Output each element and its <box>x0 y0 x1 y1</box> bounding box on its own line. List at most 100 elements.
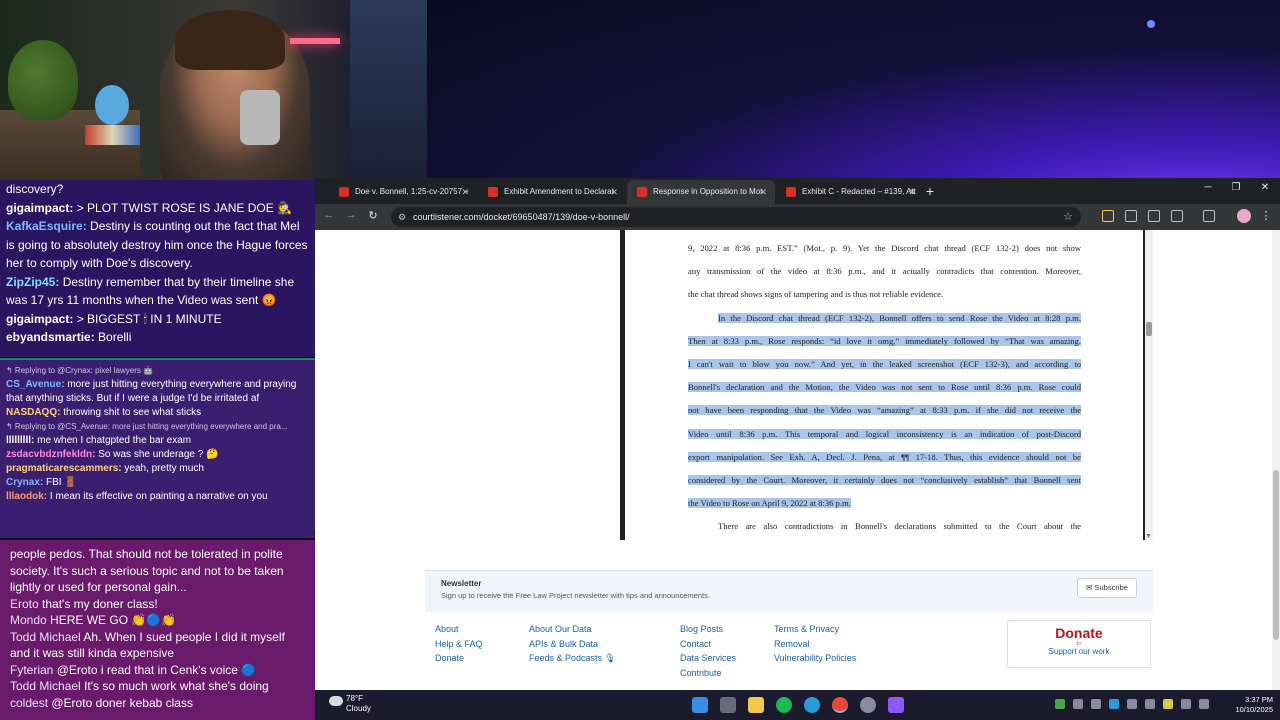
chat-username[interactable]: Eroto <box>10 597 39 611</box>
address-bar[interactable]: ⚙ courtlistener.com/docket/69650487/139/… <box>391 207 1081 227</box>
chat-username[interactable]: Mondo <box>10 613 47 627</box>
chat-username[interactable]: Todd Michael <box>10 679 81 693</box>
footer-link[interactable]: Removal <box>774 637 856 652</box>
chat-username[interactable]: NASDAQQ: <box>6 407 60 418</box>
chat-message: Todd Michael It's so much work what she'… <box>10 678 305 695</box>
footer-link[interactable]: Feeds & Podcasts 🎙 <box>529 651 616 666</box>
chat-text: FBI 🚪 <box>46 477 77 488</box>
close-window-icon[interactable]: ✕ <box>1252 182 1278 193</box>
chat-username[interactable]: lllaodok: <box>6 491 47 502</box>
page-scrollbar[interactable] <box>1272 230 1280 690</box>
chat-username[interactable]: gigaimpact: <box>6 312 73 326</box>
trash-icon[interactable] <box>1125 210 1137 222</box>
donate-title[interactable]: Donate <box>1008 625 1150 641</box>
tray-icon[interactable] <box>1109 699 1119 709</box>
chat-username[interactable]: coldest <box>10 696 48 710</box>
footer-link[interactable]: Data Services <box>680 651 736 666</box>
reload-icon[interactable]: ↻ <box>365 209 381 222</box>
webcam-plant <box>8 40 78 120</box>
footer-link[interactable]: Blog Posts <box>680 622 736 637</box>
tab-doe-v-bonnell[interactable]: Doe v. Bonnell, 1:25-cv-20757 – ✕ <box>329 180 477 204</box>
tab-bar: Doe v. Bonnell, 1:25-cv-20757 – ✕ Exhibi… <box>315 178 1280 204</box>
taskbar-clock[interactable]: 3:37 PM 10/10/2025 <box>1223 695 1273 715</box>
chat-username[interactable]: ZipZip45: <box>6 275 59 289</box>
tray-icon[interactable] <box>1055 699 1065 709</box>
file-explorer-icon[interactable] <box>748 697 764 713</box>
pdf-line: There are also contradictions in Bonnell… <box>688 515 1081 538</box>
volume-icon[interactable] <box>1199 699 1209 709</box>
new-tab-button[interactable]: + <box>921 180 939 202</box>
tray-icon[interactable] <box>1091 699 1101 709</box>
close-icon[interactable]: ✕ <box>759 180 767 204</box>
site-info-icon[interactable]: ⚙ <box>398 207 406 227</box>
footer-link[interactable]: Contact <box>680 637 736 652</box>
minimize-icon[interactable]: ─ <box>1195 182 1221 193</box>
footer-link[interactable]: About <box>435 622 483 637</box>
webcam-microphone <box>240 90 280 145</box>
spotify-icon[interactable] <box>776 697 792 713</box>
chat-panel-top: discovery? gigaimpact: > PLOT TWIST ROSE … <box>0 180 315 357</box>
tray-icon[interactable] <box>1127 699 1137 709</box>
obs-icon[interactable] <box>860 697 876 713</box>
chat-text: that's my doner class! <box>42 596 158 611</box>
sidebar-icon[interactable] <box>1203 210 1215 222</box>
folder-icon[interactable] <box>1102 210 1114 222</box>
forward-icon[interactable]: → <box>343 209 359 221</box>
chat-username[interactable]: pragmaticarescammers: <box>6 463 122 474</box>
chat-username[interactable]: zsdacvbdznfekldn: <box>6 449 95 460</box>
pdf-scrollbar-thumb[interactable] <box>1146 322 1152 336</box>
tab-exhibit-amendment[interactable]: Exhibit Amendment to Declarat ✕ <box>478 180 626 204</box>
profile-avatar[interactable] <box>1237 209 1251 223</box>
cloud-icon <box>329 696 343 706</box>
chat-message: lllaodok: I mean its effective on painti… <box>6 490 309 504</box>
start-icon[interactable] <box>692 697 708 713</box>
close-icon[interactable]: ✕ <box>610 180 618 204</box>
footer-link[interactable]: Terms & Privacy <box>774 622 856 637</box>
bookmark-star-icon[interactable]: ☆ <box>1063 207 1073 227</box>
pdf-text[interactable]: 9, 2022 at 8:36 p.m. EST.” (Mot., p. 9).… <box>688 237 1081 538</box>
chat-message: Mondo HERE WE GO 👏🔵👏 <box>10 612 305 629</box>
task-view-icon[interactable] <box>720 697 736 713</box>
chat-username[interactable]: Fyterian <box>10 663 53 677</box>
tab-response-in-opposition[interactable]: Response in Opposition to Mot ✕ <box>627 180 775 204</box>
page-scrollbar-thumb[interactable] <box>1273 470 1279 640</box>
footer-link[interactable]: Vulnerability Policies <box>774 651 856 666</box>
wifi-icon[interactable] <box>1181 699 1191 709</box>
chat-username[interactable]: Todd Michael <box>10 630 81 644</box>
chat-username[interactable]: lllllllll: <box>6 435 34 446</box>
donate-box[interactable]: Donate to Support our work <box>1007 620 1151 668</box>
webcam-hair <box>175 10 285 70</box>
chat-username[interactable]: gigaimpact: <box>6 201 73 215</box>
donate-subtitle[interactable]: Support our work <box>1008 647 1150 656</box>
tray-icon[interactable] <box>1163 699 1173 709</box>
pdf-line: considered by the Court. Moreover, it ce… <box>688 469 1081 492</box>
tray-icon[interactable] <box>1073 699 1083 709</box>
back-icon[interactable]: ← <box>321 209 337 221</box>
chat-reply-context: ↰ Replying to @CS_Avenue: more just hitt… <box>6 422 288 431</box>
chat-username[interactable]: Crynax: <box>6 477 43 488</box>
footer-link[interactable]: About Our Data <box>529 622 616 637</box>
footer-link[interactable]: Donate <box>435 651 483 666</box>
close-icon[interactable]: ✕ <box>908 180 916 204</box>
scroll-down-icon[interactable]: ▼ <box>1145 533 1152 540</box>
newsletter-bar: Newsletter Sign up to receive the Free L… <box>425 570 1153 612</box>
footer-link[interactable]: Contribute <box>680 666 736 681</box>
menu-icon[interactable]: ⋮ <box>1258 209 1274 222</box>
close-icon[interactable]: ✕ <box>461 180 469 204</box>
footer-link[interactable]: Help & FAQ <box>435 637 483 652</box>
edge-icon[interactable] <box>804 697 820 713</box>
puzzle-icon[interactable] <box>1171 210 1183 222</box>
chat-username[interactable]: KafkaEsquire: <box>6 219 87 233</box>
app-icon[interactable] <box>888 697 904 713</box>
subscribe-button[interactable]: ✉ Subscribe <box>1077 578 1137 598</box>
chat-message: ZipZip45: Destiny remember that by their… <box>6 273 309 310</box>
maximize-icon[interactable]: ❐ <box>1223 182 1249 193</box>
pdf-scrollbar[interactable]: ▼ <box>1145 230 1153 540</box>
extension-icon[interactable] <box>1148 210 1160 222</box>
tab-exhibit-c[interactable]: Exhibit C - Redacted – #139, Att ✕ <box>776 180 924 204</box>
chrome-icon[interactable] <box>832 697 848 713</box>
chat-username[interactable]: CS_Avenue: <box>6 379 65 390</box>
tray-icon[interactable] <box>1145 699 1155 709</box>
footer-link[interactable]: APIs & Bulk Data <box>529 637 616 652</box>
chat-username[interactable]: ebyandsmartie: <box>6 330 95 344</box>
